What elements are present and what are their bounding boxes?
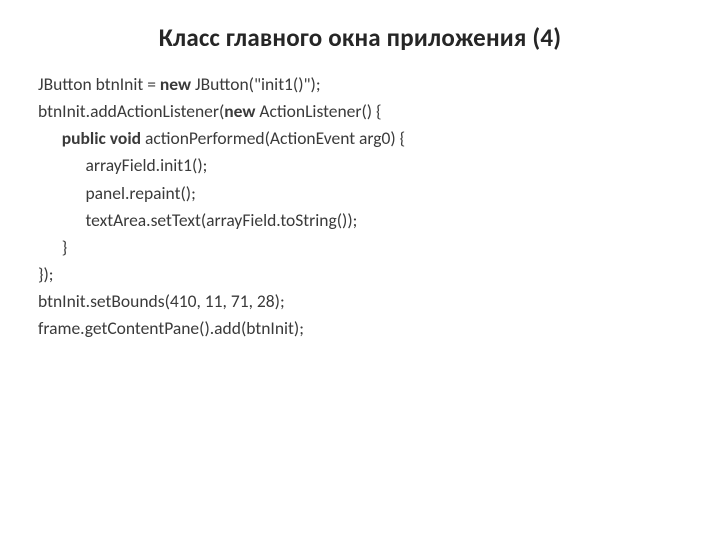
code-line: btnInit.setBounds(410, 11, 71, 28); (38, 290, 285, 312)
code-line: public void actionPerformed(ActionEvent … (38, 127, 405, 149)
code-text: ActionListener() { (255, 100, 381, 122)
code-line: btnInit.addActionListener(new ActionList… (38, 100, 382, 122)
code-text: btnInit.addActionListener( (38, 100, 224, 122)
code-line: arrayField.init1(); (38, 154, 207, 176)
code-line: }); (38, 263, 54, 285)
code-line: textArea.setText(arrayField.toString()); (38, 209, 357, 231)
keyword: public void (62, 127, 141, 149)
slide-title: Класс главного окна приложения (4) (38, 22, 682, 53)
code-text: JButton btnInit = (38, 73, 160, 95)
code-block: JButton btnInit = new JButton("init1()")… (38, 71, 682, 342)
keyword: new (224, 100, 255, 122)
code-text: actionPerformed(ActionEvent arg0) { (141, 127, 405, 149)
code-line: panel.repaint(); (38, 182, 196, 204)
code-line: JButton btnInit = new JButton("init1()")… (38, 73, 321, 95)
code-text (38, 127, 62, 149)
slide: Класс главного окна приложения (4) JButt… (0, 0, 720, 540)
code-line: } (38, 236, 67, 258)
keyword: new (160, 73, 191, 95)
code-line: frame.getContentPane().add(btnInit); (38, 317, 304, 339)
code-text: JButton("init1()"); (191, 73, 321, 95)
